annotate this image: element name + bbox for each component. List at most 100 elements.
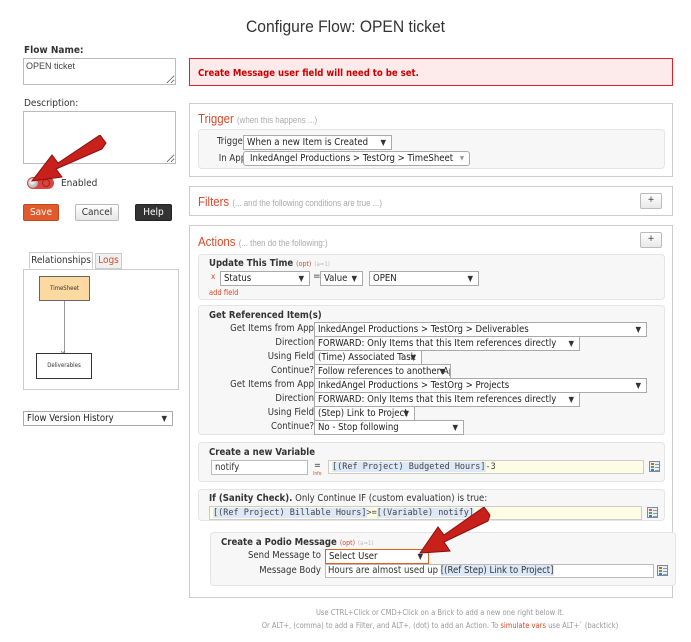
ref-row-select[interactable]: Follow references to another App ▼ xyxy=(314,364,451,379)
chevron-down-icon: ▼ xyxy=(467,274,473,283)
if-check-title: If (Sanity Check). Only Continue IF (cus… xyxy=(209,493,488,504)
ref-row-label: Get Items from App xyxy=(230,379,314,390)
variable-expression-input[interactable]: [(Ref Project) Budgeted Hours]-3 xyxy=(328,460,644,474)
ref-row-value: InkedAngel Productions > TestOrg > Proje… xyxy=(318,380,510,391)
annotation-arrow-icon xyxy=(30,135,107,182)
alert-banner: Create Message user field will need to b… xyxy=(189,58,673,86)
mode-value: Value xyxy=(324,273,348,284)
ref-row-value: InkedAngel Productions > TestOrg > Deliv… xyxy=(318,324,529,335)
ref-row-select[interactable]: (Time) Associated Task ▼ xyxy=(314,350,422,365)
diagram-node-deliverables: Deliverables xyxy=(36,353,92,379)
equals-sign: = xyxy=(314,461,321,471)
description-label: Description: xyxy=(24,98,79,109)
send-to-value: Select User xyxy=(329,551,378,562)
chevron-down-icon: ▼ xyxy=(635,381,641,390)
chevron-down-icon: ▼ xyxy=(459,155,464,162)
annotation-arrow-icon xyxy=(418,507,491,554)
variable-name-input[interactable]: notify xyxy=(211,460,308,475)
body-label: Message Body xyxy=(259,565,321,576)
ref-row-label: Using Field xyxy=(267,351,314,362)
actions-title: Actions (... then do the following:) xyxy=(198,234,328,249)
expr-rest: -3 xyxy=(485,462,496,472)
flow-name-input[interactable]: OPEN ticket xyxy=(23,58,176,85)
help-button[interactable]: Help xyxy=(135,204,172,221)
field-select[interactable]: Status ▼ xyxy=(220,271,310,286)
app-value: InkedAngel Productions > TestOrg > TimeS… xyxy=(250,153,454,164)
ref-row-label: Continue? xyxy=(271,421,314,432)
calculator-icon[interactable] xyxy=(649,461,660,472)
ref-row-select[interactable]: (Step) Link to Project ▼ xyxy=(314,406,415,421)
variable-brick: Create a new Variable notify = Info [(Re… xyxy=(198,442,665,482)
chevron-down-icon: ▼ xyxy=(380,138,386,147)
app-select[interactable]: InkedAngel Productions > TestOrg > TimeS… xyxy=(243,151,470,166)
flow-version-select[interactable]: Flow Version History ▼ xyxy=(23,411,173,426)
add-field-link[interactable]: add field xyxy=(209,288,238,297)
add-filter-button[interactable]: + xyxy=(640,193,662,209)
calculator-icon[interactable] xyxy=(657,565,668,576)
info-link[interactable]: Info xyxy=(313,471,322,477)
update-title: Update This Time (opt) (a=1) xyxy=(209,258,330,269)
ref-row-value: Follow references to another App xyxy=(318,366,451,377)
ref-row-label: Get Items from App xyxy=(230,323,314,334)
value-value: OPEN xyxy=(373,273,397,284)
send-to-select[interactable]: Select User ▼ xyxy=(325,549,429,564)
token: [(Ref Project) Budgeted Hours] xyxy=(332,462,486,472)
mode-select[interactable]: Value ▼ xyxy=(320,271,363,286)
tab-relationships[interactable]: Relationships xyxy=(29,252,93,269)
get-referenced-brick: Get Referenced Item(s) Get Items from Ap… xyxy=(198,305,665,435)
ref-row-value: (Step) Link to Project xyxy=(318,408,408,419)
remove-field-button[interactable]: x xyxy=(211,272,215,281)
ref-row-select[interactable]: InkedAngel Productions > TestOrg > Proje… xyxy=(314,378,647,393)
ref-row-select[interactable]: No - Stop following ▼ xyxy=(314,420,464,435)
trigger-panel: Trigger (when this happens ...) Trigger:… xyxy=(189,103,673,177)
send-to-label: Send Message to xyxy=(247,550,321,561)
trigger-label: Trigger: xyxy=(216,136,249,147)
body-text: Hours are almost used up xyxy=(328,565,441,576)
chevron-down-icon: ▼ xyxy=(452,423,458,432)
message-title: Create a Podio Message (opt) (a=1) xyxy=(221,537,374,548)
add-action-button[interactable]: + xyxy=(640,232,662,248)
diagram-node-timesheet: TimeSheet xyxy=(39,276,90,301)
trigger-brick: Trigger: When a new Item is Created ▼ In … xyxy=(198,129,665,169)
cancel-button[interactable]: Cancel xyxy=(75,204,119,221)
tab-logs[interactable]: Logs xyxy=(95,253,122,269)
chevron-down-icon: ▼ xyxy=(568,395,574,404)
simulate-vars-link[interactable]: simulate vars xyxy=(500,621,546,630)
ref-row-label: Direction xyxy=(275,337,314,348)
ref-row-value: FORWARD: Only Items that this Item refer… xyxy=(318,338,557,349)
ref-row-select[interactable]: FORWARD: Only Items that this Item refer… xyxy=(314,392,580,407)
field-value: Status xyxy=(224,273,252,284)
message-body-input[interactable]: Hours are almost used up [(Ref Step) Lin… xyxy=(325,564,654,578)
flow-version-value: Flow Version History xyxy=(27,413,114,424)
relationships-panel: TimeSheet v Deliverables xyxy=(23,269,179,390)
ref-row-value: No - Stop following xyxy=(318,422,399,433)
trigger-title: Trigger (when this happens ...) xyxy=(198,111,318,126)
ref-row-select[interactable]: FORWARD: Only Items that this Item refer… xyxy=(314,336,580,351)
page-title: Configure Flow: OPEN ticket xyxy=(245,17,446,36)
value-select[interactable]: OPEN ▼ xyxy=(369,271,479,286)
chevron-down-icon: ▼ xyxy=(161,414,167,423)
token: [(Ref Step) Link to Project] xyxy=(440,565,554,576)
operator: >= xyxy=(366,508,377,518)
token: [(Ref Project) Billable Hours] xyxy=(213,508,367,518)
ref-row-select[interactable]: InkedAngel Productions > TestOrg > Deliv… xyxy=(314,322,647,337)
ref-row-value: FORWARD: Only Items that this Item refer… xyxy=(318,394,557,405)
chevron-down-icon: ▼ xyxy=(410,353,416,362)
chevron-down-icon: ▼ xyxy=(568,339,574,348)
get-referenced-title: Get Referenced Item(s) xyxy=(209,310,322,321)
trigger-value: When a new Item is Created xyxy=(247,137,369,148)
variable-title: Create a new Variable xyxy=(209,447,316,458)
chevron-down-icon: ▼ xyxy=(298,274,304,283)
ref-row-label: Direction xyxy=(275,393,314,404)
calculator-icon[interactable] xyxy=(647,507,658,518)
filters-title: Filters (... and the following condition… xyxy=(198,194,383,209)
save-button[interactable]: Save xyxy=(23,204,59,221)
chevron-down-icon: ▼ xyxy=(439,367,445,376)
footer-hint-2: Or ALT+, (comma) to add a Filter, and AL… xyxy=(261,621,619,630)
flow-name-label: Flow Name: xyxy=(24,45,84,56)
chevron-down-icon: ▼ xyxy=(351,274,357,283)
ref-row-label: Using Field xyxy=(267,407,314,418)
footer-hint-1: Use CTRL+Click or CMD+Click on a Brick t… xyxy=(315,608,564,617)
filters-panel: Filters (... and the following condition… xyxy=(189,186,673,216)
trigger-select[interactable]: When a new Item is Created ▼ xyxy=(243,135,392,150)
